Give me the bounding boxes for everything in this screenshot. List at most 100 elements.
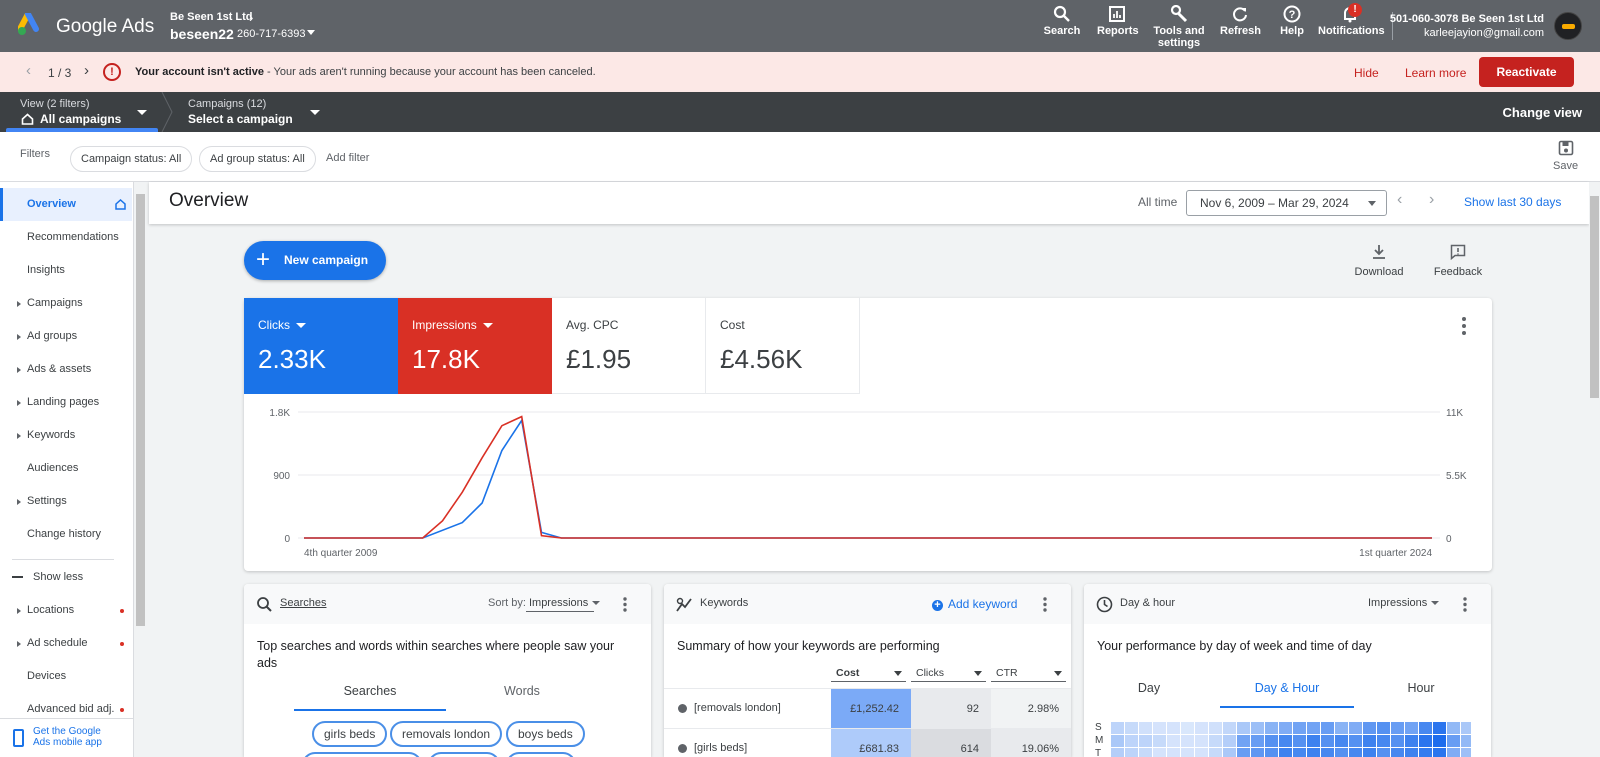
heatmap-cell[interactable]	[1377, 748, 1390, 757]
heatmap-cell[interactable]	[1237, 748, 1250, 757]
heatmap-cell[interactable]	[1363, 735, 1376, 747]
heatmap-cell[interactable]	[1265, 748, 1278, 757]
change-view-button[interactable]: Change view	[1503, 105, 1582, 120]
tools-settings-button[interactable]: Tools and settings	[1153, 5, 1205, 49]
heatmap-cell[interactable]	[1167, 735, 1180, 747]
add-keyword-button[interactable]: Add keyword	[932, 597, 1017, 611]
account-user[interactable]: beseen22	[170, 26, 234, 42]
heatmap-cell[interactable]	[1307, 722, 1320, 734]
heatmap-cell[interactable]	[1251, 735, 1264, 747]
sidebar-item-campaigns[interactable]: Campaigns	[0, 287, 132, 320]
heatmap-cell[interactable]	[1125, 722, 1138, 734]
chevron-left-icon[interactable]: ‹	[26, 62, 31, 79]
campaigns-label[interactable]: Campaigns (12)	[188, 98, 266, 110]
show-last-30-days-link[interactable]: Show last 30 days	[1464, 195, 1561, 209]
heatmap-cell[interactable]	[1335, 722, 1348, 734]
sidebar-item-audiences[interactable]: Audiences	[0, 452, 132, 485]
help-button[interactable]: ? Help	[1272, 5, 1312, 37]
heatmap-cell[interactable]	[1433, 735, 1446, 747]
table-row[interactable]: [girls beds] £681.83 614 19.06%	[664, 728, 1071, 757]
day-hour-card-title[interactable]: Day & hour	[1120, 597, 1175, 609]
reports-button[interactable]: Reports	[1097, 5, 1139, 37]
heatmap-cell[interactable]	[1419, 722, 1432, 734]
chevron-right-icon[interactable]: ›	[84, 62, 89, 79]
heatmap-cell[interactable]	[1335, 735, 1348, 747]
sidebar-item-keywords[interactable]: Keywords	[0, 419, 132, 452]
sort-by-selector[interactable]: Sort by: Impressions	[488, 597, 601, 609]
sidebar-item-change-history[interactable]: Change history	[0, 518, 132, 551]
mobile-app-promo[interactable]: Get the Google Ads mobile app	[0, 718, 133, 757]
customer-account-label[interactable]: 501-060-3078 Be Seen 1st Ltd	[1390, 13, 1544, 25]
column-header-ctr[interactable]: CTR	[991, 664, 1066, 682]
show-less-button[interactable]: Show less	[12, 567, 83, 587]
main-scrollbar-thumb[interactable]	[1590, 196, 1599, 398]
heatmap-cell[interactable]	[1433, 748, 1446, 757]
heatmap-cell[interactable]	[1419, 735, 1432, 747]
column-header-clicks[interactable]: Clicks	[911, 664, 986, 682]
sidebar-item-insights[interactable]: Insights	[0, 254, 132, 287]
sidebar-item-ad-schedule[interactable]: Ad schedule	[0, 627, 132, 660]
search-term-chip[interactable]	[428, 752, 500, 757]
heatmap-cell[interactable]	[1223, 748, 1236, 757]
heatmap-cell[interactable]	[1363, 722, 1376, 734]
heatmap-cell[interactable]	[1321, 748, 1334, 757]
heatmap-cell[interactable]	[1461, 748, 1471, 757]
column-header-cost[interactable]: Cost	[831, 664, 906, 682]
heatmap-cell[interactable]	[1265, 722, 1278, 734]
heatmap-cell[interactable]	[1181, 735, 1194, 747]
sidebar-item-landing-pages[interactable]: Landing pages	[0, 386, 132, 419]
heatmap-cell[interactable]	[1405, 722, 1418, 734]
heatmap-cell[interactable]	[1405, 735, 1418, 747]
metric-selector[interactable]: Impressions	[1368, 597, 1440, 609]
sidebar-item-devices[interactable]: Devices	[0, 660, 132, 693]
heatmap-cell[interactable]	[1307, 748, 1320, 757]
search-term-chip[interactable]	[506, 752, 576, 757]
heatmap-cell[interactable]	[1377, 722, 1390, 734]
heatmap-cell[interactable]	[1125, 748, 1138, 757]
heatmap-cell[interactable]	[1167, 722, 1180, 734]
heatmap-cell[interactable]	[1139, 735, 1152, 747]
view-dropdown-icon[interactable]	[137, 110, 147, 115]
keyword-text[interactable]: [removals london]	[694, 702, 781, 714]
heatmap-cell[interactable]	[1447, 748, 1460, 757]
heatmap-cell[interactable]	[1377, 735, 1390, 747]
heatmap-cell[interactable]	[1349, 735, 1362, 747]
heatmap-cell[interactable]	[1153, 748, 1166, 757]
campaign-dropdown-icon[interactable]	[310, 110, 320, 115]
heatmap-cell[interactable]	[1349, 748, 1362, 757]
tab-hour[interactable]: Hour	[1376, 681, 1466, 695]
heatmap-cell[interactable]	[1209, 735, 1222, 747]
heatmap-cell[interactable]	[1237, 735, 1250, 747]
heatmap-cell[interactable]	[1237, 722, 1250, 734]
heatmap-cell[interactable]	[1447, 722, 1460, 734]
heatmap-cell[interactable]	[1461, 722, 1471, 734]
search-button[interactable]: Search	[1042, 5, 1082, 37]
view-value[interactable]: All campaigns	[40, 112, 121, 126]
sidebar-item-ad-groups[interactable]: Ad groups	[0, 320, 132, 353]
heatmap-cell[interactable]	[1363, 748, 1376, 757]
heatmap-cell[interactable]	[1433, 722, 1446, 734]
heatmap-cell[interactable]	[1153, 722, 1166, 734]
metric-dropdown-icon[interactable]	[482, 323, 493, 329]
heatmap-cell[interactable]	[1209, 748, 1222, 757]
heatmap-cell[interactable]	[1391, 722, 1404, 734]
campaign-status-filter-chip[interactable]: Campaign status: All	[70, 146, 193, 172]
account-dropdown-icon[interactable]	[307, 30, 315, 35]
table-row[interactable]: [removals london] £1,252.42 92 2.98%	[664, 688, 1071, 729]
next-period-icon[interactable]: ›	[1429, 191, 1434, 209]
heatmap-cell[interactable]	[1195, 722, 1208, 734]
heatmap-cell[interactable]	[1279, 748, 1292, 757]
heatmap-cell[interactable]	[1195, 748, 1208, 757]
metric-clicks[interactable]: Clicks 2.33K	[244, 298, 398, 394]
heatmap-cell[interactable]	[1279, 722, 1292, 734]
reactivate-button[interactable]: Reactivate	[1479, 57, 1574, 87]
tab-day-and-hour[interactable]: Day & Hour	[1220, 681, 1354, 695]
more-vert-icon[interactable]	[1463, 597, 1467, 612]
heatmap-cell[interactable]	[1251, 722, 1264, 734]
sidebar-item-locations[interactable]: Locations	[0, 594, 132, 627]
date-range-picker[interactable]: Nov 6, 2009 – Mar 29, 2024	[1186, 190, 1387, 216]
heatmap-cell[interactable]	[1111, 735, 1124, 747]
heatmap-cell[interactable]	[1195, 735, 1208, 747]
sidebar-item-recommendations[interactable]: Recommendations	[0, 221, 132, 254]
heatmap-cell[interactable]	[1405, 748, 1418, 757]
